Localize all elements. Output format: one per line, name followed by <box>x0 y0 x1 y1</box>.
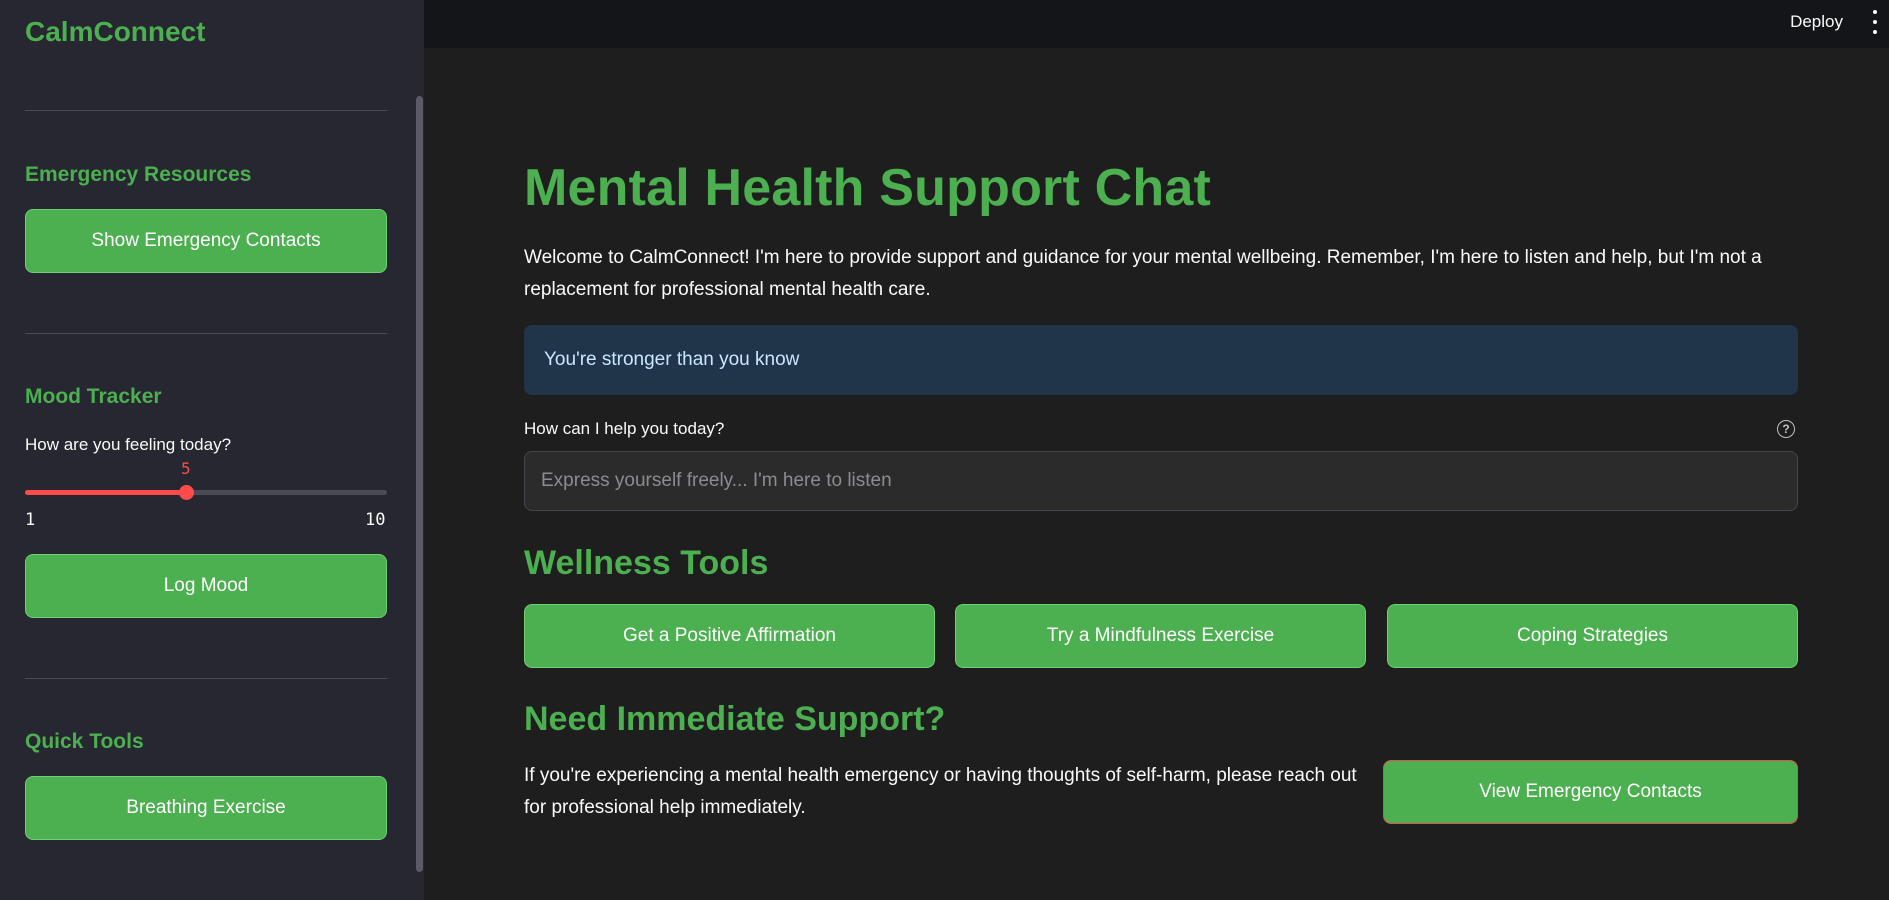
chat-input[interactable] <box>524 451 1798 511</box>
kebab-menu-icon[interactable] <box>1869 10 1881 34</box>
mood-tracker-heading: Mood Tracker <box>25 385 162 408</box>
mood-slider-fill <box>25 490 186 495</box>
mindfulness-exercise-button[interactable]: Try a Mindfulness Exercise <box>955 604 1366 668</box>
chat-input-label: How can I help you today? <box>524 419 725 438</box>
sidebar-scrollbar[interactable] <box>416 96 423 872</box>
mood-slider-max: 10 <box>365 510 386 530</box>
page-title: Mental Health Support Chat <box>524 159 1211 217</box>
kebab-dot <box>1873 20 1877 24</box>
deploy-button[interactable]: Deploy <box>1790 9 1843 35</box>
immediate-support-heading: Need Immediate Support? <box>524 700 946 738</box>
wellness-tools-heading: Wellness Tools <box>524 544 769 582</box>
sidebar-divider <box>25 333 387 334</box>
immediate-support-text: If you're experiencing a mental health e… <box>524 765 1357 818</box>
quick-tools-heading: Quick Tools <box>25 730 144 753</box>
help-icon[interactable]: ? <box>1777 420 1795 438</box>
kebab-dot <box>1873 10 1877 14</box>
top-bar: Deploy <box>424 0 1889 48</box>
mood-slider-label: How are you feeling today? <box>25 435 232 454</box>
emergency-resources-heading: Emergency Resources <box>25 163 252 186</box>
view-emergency-contacts-button[interactable]: View Emergency Contacts <box>1383 760 1798 824</box>
mood-slider-min: 1 <box>25 510 36 530</box>
intro-text: Welcome to CalmConnect! I'm here to prov… <box>524 247 1762 300</box>
app-brand: CalmConnect <box>25 16 206 47</box>
kebab-dot <box>1873 30 1877 34</box>
sidebar: CalmConnect Emergency Resources Show Eme… <box>0 0 424 900</box>
breathing-exercise-button[interactable]: Breathing Exercise <box>25 776 387 840</box>
mood-slider-thumb[interactable] <box>178 485 194 500</box>
show-emergency-contacts-button[interactable]: Show Emergency Contacts <box>25 209 387 273</box>
affirmation-info-box: You're stronger than you know <box>524 325 1798 395</box>
mood-slider[interactable]: 5 <box>25 459 387 500</box>
app-root: CalmConnect Emergency Resources Show Eme… <box>0 0 1889 900</box>
positive-affirmation-button[interactable]: Get a Positive Affirmation <box>524 604 935 668</box>
sidebar-divider <box>25 110 387 111</box>
coping-strategies-button[interactable]: Coping Strategies <box>1387 604 1798 668</box>
log-mood-button[interactable]: Log Mood <box>25 554 387 618</box>
affirmation-text: You're stronger than you know <box>544 349 800 370</box>
mood-slider-value: 5 <box>181 459 191 478</box>
sidebar-divider <box>25 678 387 679</box>
